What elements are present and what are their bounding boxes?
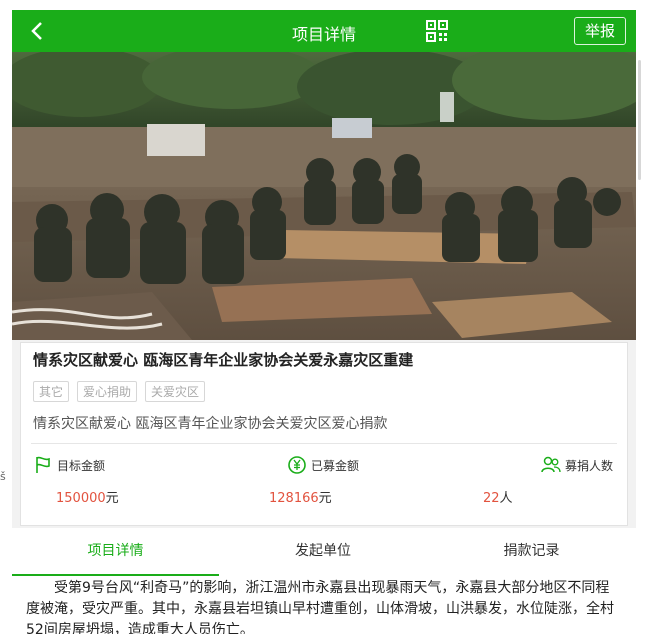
page-title: 项目详情: [291, 25, 356, 44]
yuan-icon: [288, 456, 306, 474]
detail-tabs: 项目详情 发起单位 捐款记录: [12, 528, 636, 576]
tag-item: 其它: [33, 381, 70, 402]
project-cover-photo: [12, 52, 636, 340]
tab-donation-records[interactable]: 捐款记录: [427, 528, 636, 574]
target-amount-stat: 目标金额: [33, 455, 105, 475]
flag-icon: [36, 456, 50, 473]
qr-code-icon[interactable]: [425, 19, 449, 43]
donor-count-value: 22人: [483, 491, 513, 506]
tab-project-details[interactable]: 项目详情: [12, 528, 219, 574]
project-detail-text: 受第9号台风“利奇马”的影响，浙江温州市永嘉县出现暴雨天气，永嘉县大部分地区不同…: [12, 576, 636, 634]
tag-item: 爱心捐助: [77, 381, 138, 402]
project-title: 情系灾区献爱心 瓯海区青年企业家协会关爱永嘉灾区重建: [33, 351, 414, 369]
report-button[interactable]: 举报: [573, 17, 626, 45]
raised-amount-label: 已募金额: [311, 458, 360, 473]
divider: [31, 443, 617, 444]
top-navigation-bar: 项目详情 举报: [12, 10, 636, 52]
target-amount-label: 目标金额: [57, 458, 106, 473]
donor-count-label: 募捐人数: [565, 458, 614, 473]
edge-text-fragment: š: [0, 470, 6, 483]
app-frame: 项目详情 举报 情系灾区献爱心 瓯海区青年企业家协会关爱永嘉灾区重建 其它 爱心…: [12, 10, 636, 634]
tag-item: 关爱灾区: [145, 381, 206, 402]
scrollbar[interactable]: [638, 60, 641, 180]
tab-organizer[interactable]: 发起单位: [219, 528, 427, 574]
people-icon: [541, 456, 561, 473]
raised-amount-stat: 已募金额: [287, 455, 359, 475]
target-amount-value: 150000元: [56, 491, 119, 506]
project-description: 情系灾区献爱心 瓯海区青年企业家协会关爱灾区爱心捐款: [33, 416, 388, 432]
project-info-card: 情系灾区献爱心 瓯海区青年企业家协会关爱永嘉灾区重建 其它 爱心捐助 关爱灾区 …: [20, 342, 628, 526]
donor-count-stat: 募捐人数: [541, 455, 613, 475]
project-tags: 其它 爱心捐助 关爱灾区: [33, 381, 206, 402]
raised-amount-value: 128166元: [269, 491, 332, 506]
